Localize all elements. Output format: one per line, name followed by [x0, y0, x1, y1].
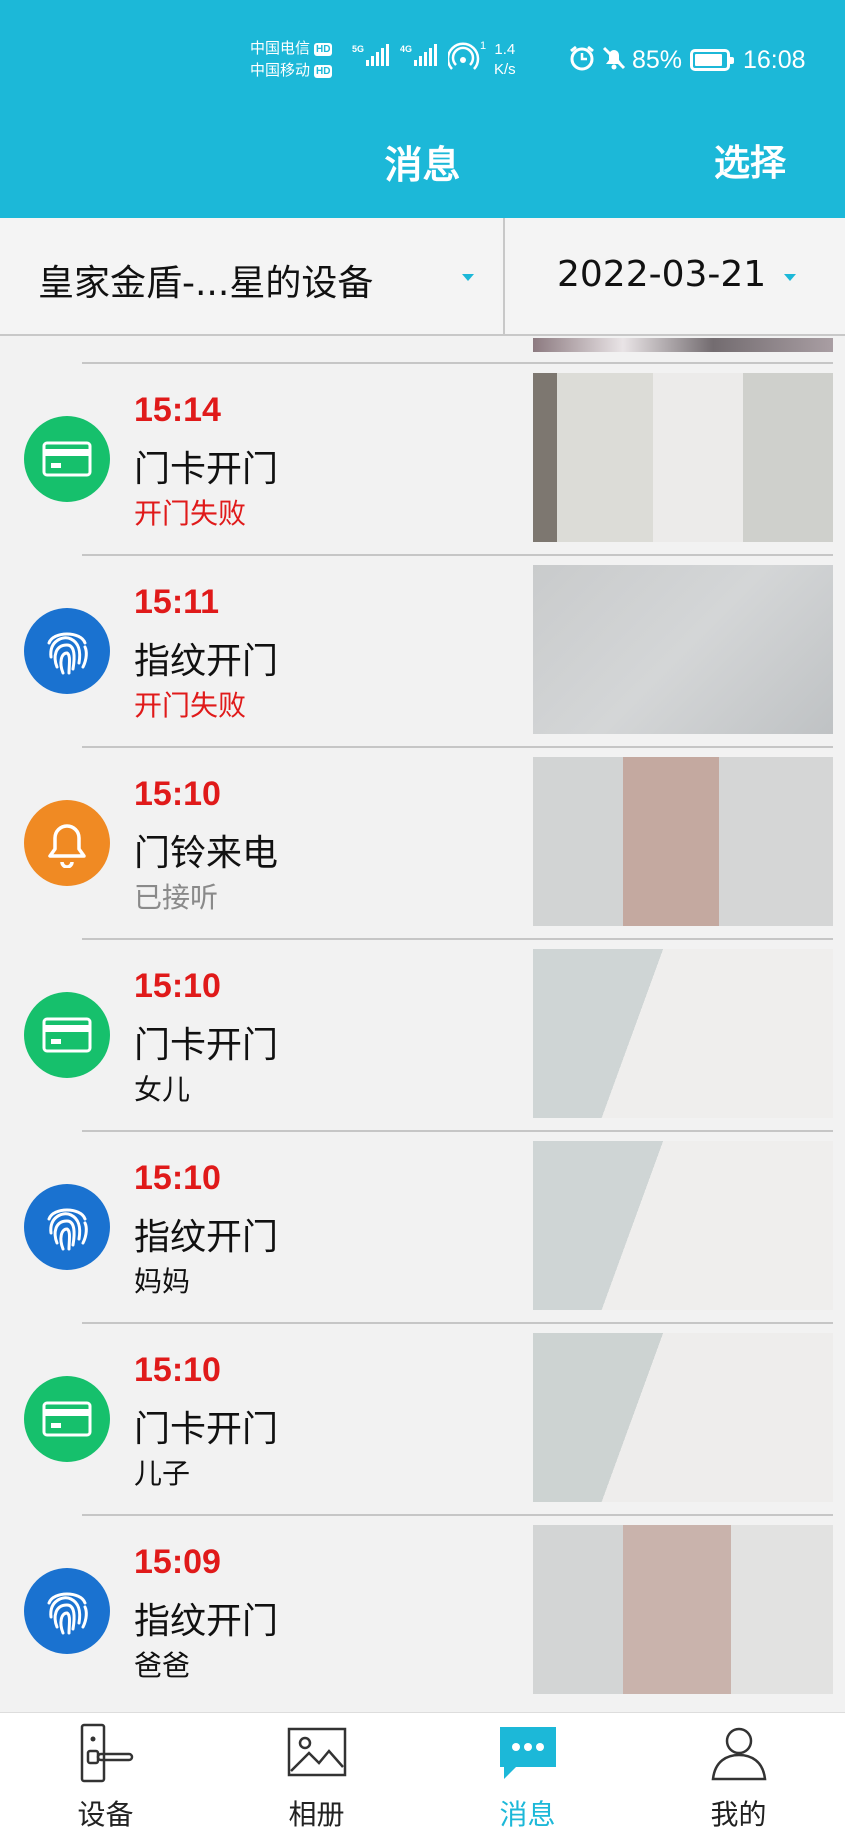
card-icon: [24, 1376, 110, 1462]
message-status: 开门失败: [134, 497, 247, 530]
device-dropdown-value: 皇家金盾-...星的设备: [38, 263, 374, 304]
row-divider: [82, 1514, 833, 1516]
message-status: 爸爸: [134, 1649, 191, 1682]
message-time: 15:10: [134, 1159, 221, 1197]
fingerprint-icon: [24, 1568, 110, 1654]
message-event: 指纹开门: [134, 641, 279, 682]
message-time: 15:10: [134, 1351, 221, 1389]
message-status: 已接听: [134, 881, 219, 914]
row-divider: [82, 554, 833, 556]
bell-icon: [24, 800, 110, 886]
speed-value: 1.4: [494, 41, 516, 58]
chat-bubble-icon: [496, 1721, 560, 1789]
mute-bell-icon: [600, 44, 628, 77]
alarm-icon: [568, 44, 596, 77]
image-icon: [285, 1721, 349, 1789]
row-divider: [82, 1322, 833, 1324]
snapshot-thumbnail[interactable]: [533, 565, 833, 734]
tab-device[interactable]: 设备: [0, 1713, 211, 1831]
app-header: 中国电信 HD 中国移动 HD 5G 4G 1 1.4 K/s 85% 16:0…: [0, 0, 845, 218]
carrier-info: 中国电信 HD 中国移动 HD: [250, 38, 333, 82]
filter-bar: 皇家金盾-...星的设备 2022-03-21: [0, 218, 845, 336]
speed-unit: K/s: [494, 61, 516, 78]
message-event: 门卡开门: [134, 1025, 279, 1066]
hotspot-count: 1: [480, 40, 487, 52]
snapshot-thumbnail[interactable]: [533, 949, 833, 1118]
tab-album[interactable]: 相册: [211, 1713, 422, 1831]
signal-5g-icon: 5G: [352, 44, 390, 66]
caret-down-icon: [784, 274, 796, 281]
snapshot-thumbnail[interactable]: [533, 1141, 833, 1310]
tab-label: 消息: [499, 1798, 556, 1831]
message-event: 门铃来电: [134, 833, 279, 874]
hd-badge: HD: [314, 64, 333, 78]
hotspot-icon: 1: [446, 40, 488, 77]
snapshot-thumbnail[interactable]: [533, 1333, 833, 1502]
tab-label: 相册: [288, 1798, 345, 1831]
signal-4g-icon: 4G: [400, 44, 438, 66]
battery-icon: [690, 49, 734, 71]
network-speed: 1.4 K/s: [494, 40, 516, 80]
message-item[interactable]: 15:14 门卡开门开门失败: [0, 362, 845, 554]
carrier-1-label: 中国电信: [250, 40, 311, 57]
fingerprint-icon: [24, 1184, 110, 1270]
battery-percent: 85%: [632, 46, 683, 74]
tab-mine[interactable]: 我的: [633, 1713, 844, 1831]
snapshot-thumbnail[interactable]: [533, 373, 833, 542]
message-time: 15:09: [134, 1543, 221, 1581]
message-time: 15:11: [134, 583, 220, 621]
message-item[interactable]: 15:11 指纹开门开门失败: [0, 554, 845, 746]
message-item[interactable]: 15:10 门卡开门儿子: [0, 1322, 845, 1514]
device-dropdown[interactable]: 皇家金盾-...星的设备: [0, 218, 505, 334]
message-status: 儿子: [134, 1457, 191, 1490]
select-button[interactable]: 选择: [714, 134, 786, 186]
message-status: 女儿: [134, 1073, 191, 1106]
message-status: 妈妈: [134, 1265, 191, 1298]
person-icon: [707, 1721, 771, 1789]
message-time: 15:10: [134, 775, 221, 813]
card-icon: [24, 992, 110, 1078]
row-divider: [82, 938, 833, 940]
message-list[interactable]: 15:14 门卡开门 开门失败 15:11 指纹开门 开门失败 15:10 门铃来电 已接听 15…: [0, 338, 845, 1712]
message-item[interactable]: 15:10 门卡开门女儿: [0, 938, 845, 1130]
door-lock-icon: [74, 1721, 138, 1789]
row-divider: [82, 746, 833, 748]
carrier-2-label: 中国移动: [250, 62, 311, 79]
status-bar: 中国电信 HD 中国移动 HD 5G 4G 1 1.4 K/s 85% 16:0…: [0, 36, 845, 88]
message-time: 15:14: [134, 391, 221, 429]
message-time: 15:10: [134, 967, 221, 1005]
message-item[interactable]: 15:10 门铃来电已接听: [0, 746, 845, 938]
snapshot-thumbnail[interactable]: [533, 338, 833, 352]
fingerprint-icon: [24, 608, 110, 694]
status-clock: 16:08: [743, 46, 806, 74]
date-dropdown[interactable]: 2022-03-21: [507, 218, 845, 334]
snapshot-thumbnail[interactable]: [533, 757, 833, 926]
tab-label: 设备: [77, 1798, 134, 1831]
bottom-nav: 设备 相册 消息 我的: [0, 1712, 845, 1831]
message-event: 指纹开门: [134, 1217, 279, 1258]
snapshot-thumbnail[interactable]: [533, 1525, 833, 1694]
tab-label: 我的: [710, 1798, 767, 1831]
caret-down-icon: [462, 274, 474, 281]
message-event: 指纹开门: [134, 1601, 279, 1642]
hd-badge: HD: [314, 42, 333, 56]
message-event: 门卡开门: [134, 449, 279, 490]
message-item[interactable]: 15:10 指纹开门妈妈: [0, 1130, 845, 1322]
tab-messages[interactable]: 消息: [422, 1713, 633, 1831]
row-divider: [82, 362, 833, 364]
message-status: 开门失败: [134, 689, 247, 722]
row-divider: [82, 1130, 833, 1132]
message-item[interactable]: 15:09 指纹开门爸爸: [0, 1514, 845, 1706]
date-dropdown-value: 2022-03-21: [557, 254, 767, 295]
card-icon: [24, 416, 110, 502]
message-event: 门卡开门: [134, 1409, 279, 1450]
